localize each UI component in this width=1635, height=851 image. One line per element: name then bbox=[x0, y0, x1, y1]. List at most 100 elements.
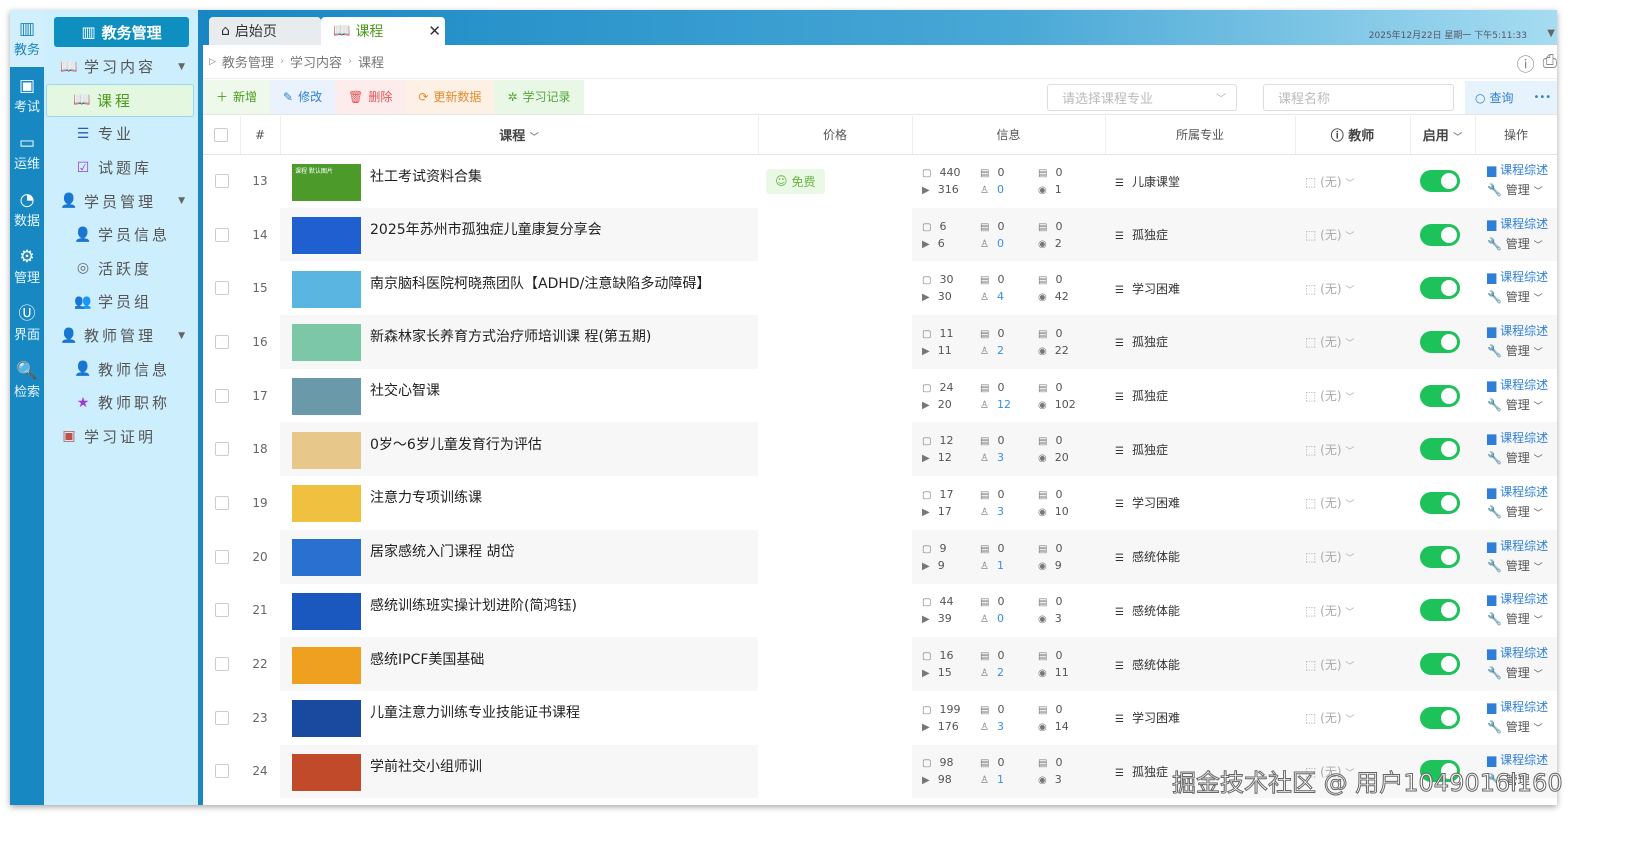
enable-toggle[interactable] bbox=[1420, 491, 1460, 514]
manage-dropdown[interactable]: 🔧 管理 ﹀ bbox=[1487, 234, 1557, 256]
checkbox[interactable] bbox=[214, 127, 229, 142]
course-title[interactable]: 社交心智课 bbox=[370, 380, 440, 400]
tab-course[interactable]: 📖 课程 ✕ bbox=[321, 17, 445, 45]
rail-item-4[interactable]: ⚙ 管理 bbox=[10, 238, 44, 295]
table-row[interactable]: 18 0岁～6岁儿童发育行为评估 ▢ 12 ▤ 0 ▤ 0 ▶ 12 ♙ 3 ◉ 20 ☰ 孤… bbox=[203, 422, 1557, 477]
course-title[interactable]: 学前社交小组师训 bbox=[370, 756, 482, 776]
manage-dropdown[interactable]: 🔧 管理 ﹀ bbox=[1487, 180, 1557, 202]
course-name-input[interactable]: 课程名称 bbox=[1263, 84, 1454, 111]
overview-link[interactable]: ▆ 课程综述 bbox=[1487, 589, 1557, 609]
manage-dropdown[interactable]: 🔧 管理 ﹀ bbox=[1487, 717, 1557, 739]
table-row[interactable]: 15 南京脑科医院柯晓燕团队【ADHD/注意缺陷多动障碍】 ▢ 30 ▤ 0 ▤ 0 … bbox=[203, 261, 1557, 315]
table-row[interactable]: 23 儿童注意力训练专业技能证书课程 ▢ 199 ▤ 0 ▤ 0 ▶ 176 ♙ 3 ◉ 1… bbox=[203, 691, 1557, 745]
teacher-select[interactable]: ⬚ (无) ﹀ bbox=[1295, 656, 1410, 673]
sidebar-item-7[interactable]: 👥 学员组 bbox=[44, 285, 198, 319]
teacher-select[interactable]: ⬚ (无) ﹀ bbox=[1295, 602, 1410, 619]
manage-dropdown[interactable]: 🔧 管理 ﹀ bbox=[1487, 448, 1557, 470]
enable-toggle[interactable] bbox=[1420, 653, 1460, 676]
overview-link[interactable]: ▆ 课程综述 bbox=[1487, 536, 1557, 556]
help-icon[interactable]: ⓘ bbox=[1517, 51, 1535, 77]
more-icon[interactable]: ••• bbox=[1534, 92, 1552, 103]
teacher-select[interactable]: ⬚ (无) ﹀ bbox=[1295, 387, 1410, 404]
rail-item-6[interactable]: 🔍 检索 bbox=[10, 352, 44, 409]
enable-toggle[interactable] bbox=[1420, 545, 1460, 568]
manage-dropdown[interactable]: 🔧 管理 ﹀ bbox=[1487, 502, 1557, 524]
teacher-select[interactable]: ⬚ (无) ﹀ bbox=[1295, 441, 1410, 458]
manage-dropdown[interactable]: 🔧 管理 ﹀ bbox=[1487, 395, 1557, 417]
course-title[interactable]: 南京脑科医院柯晓燕团队【ADHD/注意缺陷多动障碍】 bbox=[370, 273, 710, 293]
enable-toggle[interactable] bbox=[1420, 330, 1460, 353]
enable-toggle[interactable] bbox=[1420, 384, 1460, 407]
rail-item-2[interactable]: ▭ 运维 bbox=[10, 124, 44, 181]
row-checkbox[interactable] bbox=[214, 281, 229, 296]
rail-item-3[interactable]: ◔ 数据 bbox=[10, 181, 44, 238]
sidebar-item-3[interactable]: ☑ 试题库 bbox=[44, 151, 198, 185]
row-checkbox[interactable] bbox=[214, 227, 229, 242]
overview-link[interactable]: ▆ 课程综述 bbox=[1487, 428, 1557, 448]
course-title[interactable]: 儿童注意力训练专业技能证书课程 bbox=[370, 702, 580, 722]
course-title[interactable]: 2025年苏州市孤独症儿童康复分享会 bbox=[370, 219, 602, 239]
add-button[interactable]: ＋新增 bbox=[203, 79, 271, 114]
sidebar-item-9[interactable]: 👤 教师信息 bbox=[44, 352, 198, 386]
overview-link[interactable]: ▆ 课程综述 bbox=[1487, 697, 1557, 717]
manage-dropdown[interactable]: 🔧 管理 ﹀ bbox=[1487, 556, 1557, 578]
table-row[interactable]: 17 社交心智课 ▢ 24 ▤ 0 ▤ 0 ▶ 20 ♙ 12 ◉ 102 ☰ 孤独症 ⬚ (… bbox=[203, 369, 1557, 423]
header-select-all[interactable] bbox=[203, 116, 241, 155]
teacher-select[interactable]: ⬚ (无) ﹀ bbox=[1295, 548, 1410, 565]
row-checkbox[interactable] bbox=[214, 603, 229, 618]
table-row[interactable]: 14 2025年苏州市孤独症儿童康复分享会 ▢ 6 ▤ 0 ▤ 0 ▶ 6 ♙ 0 ◉ 2 … bbox=[203, 207, 1557, 262]
sidebar-item-2[interactable]: ☰ 专业 bbox=[44, 117, 198, 151]
rail-item-5[interactable]: Ⓤ 界面 bbox=[10, 295, 44, 352]
row-checkbox[interactable] bbox=[214, 334, 229, 349]
manage-dropdown[interactable]: 🔧 管理 ﹀ bbox=[1487, 663, 1557, 685]
delete-button[interactable]: 🗑 删除 bbox=[335, 79, 406, 114]
tab-home[interactable]: ⌂ 启始页 bbox=[209, 17, 321, 45]
overview-link[interactable]: ▆ 课程综述 bbox=[1487, 482, 1557, 502]
sidebar-item-8[interactable]: 👤 教师管理 ▼ bbox=[44, 319, 198, 353]
course-title[interactable]: 注意力专项训练课 bbox=[370, 487, 482, 507]
enable-toggle[interactable] bbox=[1420, 706, 1460, 729]
teacher-select[interactable]: ⬚ (无) ﹀ bbox=[1295, 333, 1410, 350]
row-checkbox[interactable] bbox=[214, 174, 229, 189]
chevron-down-icon[interactable]: ▼ bbox=[1547, 28, 1555, 39]
teacher-select[interactable]: ⬚ (无) ﹀ bbox=[1295, 709, 1410, 726]
course-title[interactable]: 0岁～6岁儿童发育行为评估 bbox=[370, 434, 542, 454]
table-row[interactable]: 16 新森林家长养育方式治疗师培训课 程(第五期) ▢ 11 ▤ 0 ▤ 0 ▶ 11 … bbox=[203, 315, 1557, 369]
header-course[interactable]: 课程 ﹀ bbox=[280, 116, 759, 155]
row-checkbox[interactable] bbox=[214, 388, 229, 403]
print-icon[interactable]: ⎙ bbox=[1543, 51, 1557, 77]
refresh-button[interactable]: ⟳ 更新数据 bbox=[405, 79, 495, 114]
overview-link[interactable]: ▆ 课程综述 bbox=[1487, 160, 1557, 180]
enable-toggle[interactable] bbox=[1420, 438, 1460, 461]
course-title[interactable]: 社工考试资料合集 bbox=[370, 166, 482, 186]
row-checkbox[interactable] bbox=[214, 442, 229, 457]
row-checkbox[interactable] bbox=[214, 764, 229, 779]
sidebar-item-11[interactable]: ▣ 学习证明 bbox=[44, 420, 198, 454]
row-checkbox[interactable] bbox=[214, 495, 229, 510]
table-row[interactable]: 20 居家感统入门课程 胡岱 ▢ 9 ▤ 0 ▤ 0 ▶ 9 ♙ 1 ◉ 9 ☰ 感统体能 ⬚… bbox=[203, 529, 1557, 584]
overview-link[interactable]: ▆ 课程综述 bbox=[1487, 375, 1557, 395]
manage-dropdown[interactable]: 🔧 管理 ﹀ bbox=[1487, 287, 1557, 309]
major-select[interactable]: 请选择课程专业 ﹀ bbox=[1047, 84, 1237, 111]
header-enable[interactable]: 启用 ﹀ bbox=[1410, 116, 1476, 155]
sidebar-item-0[interactable]: 📖 学习内容 ▼ bbox=[44, 50, 198, 84]
teacher-select[interactable]: ⬚ (无) ﹀ bbox=[1295, 280, 1410, 297]
sidebar-item-4[interactable]: 👤 学员管理 ▼ bbox=[44, 184, 198, 218]
sidebar-item-5[interactable]: 👤 学员信息 bbox=[44, 218, 198, 252]
overview-link[interactable]: ▆ 课程综述 bbox=[1487, 643, 1557, 663]
close-icon[interactable]: ✕ bbox=[428, 22, 441, 40]
help-icon[interactable]: ⓘ bbox=[1331, 129, 1344, 144]
edit-button[interactable]: ✎ 修改 bbox=[270, 79, 336, 114]
manage-dropdown[interactable]: 🔧 管理 ﹀ bbox=[1487, 609, 1557, 631]
enable-toggle[interactable] bbox=[1420, 277, 1460, 300]
enable-toggle[interactable] bbox=[1420, 223, 1460, 246]
course-title[interactable]: 新森林家长养育方式治疗师培训课 程(第五期) bbox=[370, 326, 651, 346]
rail-item-1[interactable]: ▣ 考试 bbox=[10, 67, 44, 124]
table-row[interactable]: 21 感统训练班实操计划进阶(简鸿钰) ▢ 44 ▤ 0 ▤ 0 ▶ 39 ♙ 0 ◉ 3 … bbox=[203, 584, 1557, 638]
course-title[interactable]: 感统IPCF美国基础 bbox=[370, 649, 484, 669]
overview-link[interactable]: ▆ 课程综述 bbox=[1487, 321, 1557, 341]
overview-link[interactable]: ▆ 课程综述 bbox=[1487, 267, 1557, 287]
table-row[interactable]: 19 注意力专项训练课 ▢ 17 ▤ 0 ▤ 0 ▶ 17 ♙ 3 ◉ 10 ☰ 学习困难 ⬚… bbox=[203, 476, 1557, 530]
enable-toggle[interactable] bbox=[1420, 170, 1460, 193]
teacher-select[interactable]: ⬚ (无) ﹀ bbox=[1295, 494, 1410, 511]
